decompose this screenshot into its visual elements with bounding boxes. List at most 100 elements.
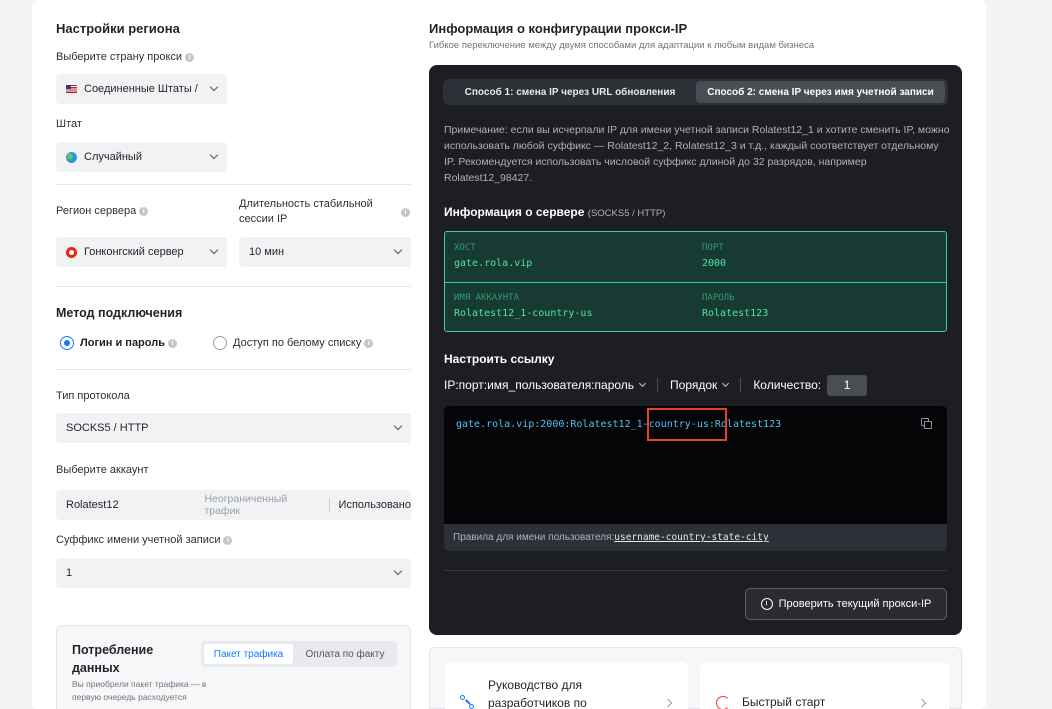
state-value: Случайный <box>84 151 142 163</box>
state-select[interactable]: Случайный <box>56 142 227 172</box>
code-block: gate.rola.vip:2000:Rolatest12_1-country-… <box>444 406 947 551</box>
chevron-down-icon <box>393 566 403 576</box>
config-panel: Способ 1: смена IP через URL обновления … <box>429 65 962 635</box>
session-select[interactable]: 10 мин <box>239 237 411 267</box>
chevron-right-icon <box>663 698 673 708</box>
radio-checked-icon <box>60 336 74 350</box>
suffix-label: Суффикс имени учетной записи i <box>56 534 233 546</box>
copy-icon[interactable] <box>921 418 933 430</box>
chevron-down-icon <box>393 421 403 431</box>
port-label: ПОРТ <box>702 243 724 253</box>
consumption-desc: Вы приобрели пакет трафика — в первую оч… <box>72 679 207 702</box>
dev-guide-label: Руководство для разработчиков по <box>488 678 587 709</box>
radio-whitelist[interactable]: Доступ по белому списку i <box>213 336 374 350</box>
hk-flag-icon <box>66 246 77 258</box>
country-label: Выберите страну прокси i <box>56 51 195 63</box>
server-region-value: Гонконгский сервер <box>84 246 184 258</box>
separator <box>328 498 330 512</box>
divider <box>56 184 411 185</box>
server-region-label: Регион сервера i <box>56 205 149 217</box>
server-info-box: ХОСТ gate.rola.vip ПОРТ 2000 ИМЯ АККАУНТ… <box>444 231 947 332</box>
chevron-right-icon <box>917 698 927 708</box>
info-icon[interactable]: i <box>185 53 195 62</box>
timer-icon <box>760 598 773 610</box>
tab-method-1[interactable]: Способ 1: смена IP через URL обновления <box>445 81 695 103</box>
consumption-tabs: Пакет трафика Оплата по факту <box>201 641 397 667</box>
info-icon[interactable]: i <box>364 338 374 348</box>
chevron-down-icon <box>209 150 219 160</box>
server-region-select[interactable]: Гонконгский сервер <box>56 237 227 267</box>
bottom-links: Руководство для разработчиков по Быстрый… <box>429 647 962 709</box>
account-name: Rolatest12 <box>66 499 119 511</box>
quantity-input[interactable]: 1 <box>827 374 868 396</box>
quick-start-label: Быстрый старт <box>742 695 826 709</box>
account-label: Выберите аккаунт <box>56 464 149 476</box>
separator <box>657 378 659 392</box>
divider <box>56 369 411 370</box>
info-icon[interactable]: i <box>223 536 233 545</box>
config-subtitle: Гибкое переключение между двумя способам… <box>429 40 815 51</box>
host-label: ХОСТ <box>454 243 476 253</box>
link-options: IP:порт:имя_пользователя:пароль Порядок … <box>444 374 947 396</box>
quantity-label: Количество: <box>753 378 822 392</box>
info-icon[interactable]: i <box>401 208 410 217</box>
protocol-select[interactable]: SOCKS5 / HTTP <box>56 413 411 443</box>
account-name-value: Rolatest12_1-country-us <box>454 308 593 319</box>
separator <box>740 378 742 392</box>
config-title: Информация о конфигурации прокси-IP <box>429 21 688 36</box>
rocket-icon <box>716 696 730 709</box>
chevron-down-icon <box>209 82 219 92</box>
protocol-label: Тип протокола <box>56 390 130 402</box>
account-used: Использовано <box>338 499 411 511</box>
account-name-label: ИМЯ АККАУНТА <box>454 293 520 303</box>
method-tabs: Способ 1: смена IP через URL обновления … <box>443 79 948 105</box>
chevron-down-icon <box>639 379 647 388</box>
suffix-value: 1 <box>66 567 73 579</box>
info-icon[interactable]: i <box>139 207 149 216</box>
chevron-down-icon <box>722 379 730 388</box>
radio-unchecked-icon <box>213 336 227 350</box>
password-value: Rolatest123 <box>702 308 769 319</box>
tab-payg[interactable]: Оплата по факту <box>297 644 393 664</box>
password-label: ПАРОЛЬ <box>702 293 735 303</box>
globe-icon <box>66 151 77 163</box>
host-value: gate.rola.vip <box>454 258 533 269</box>
divider <box>445 282 946 283</box>
consumption-title: Потребление данных <box>72 643 154 675</box>
api-icon <box>460 695 474 709</box>
us-flag-icon <box>66 85 77 93</box>
radio-login-password[interactable]: Логин и пароль i <box>60 336 177 350</box>
tab-package[interactable]: Пакет трафика <box>204 644 293 664</box>
format-dropdown[interactable]: IP:порт:имя_пользователя:пароль <box>444 378 647 392</box>
chevron-down-icon <box>393 245 403 255</box>
divider <box>56 286 411 287</box>
order-dropdown[interactable]: Порядок <box>670 378 730 392</box>
region-title: Настройки региона <box>56 21 180 36</box>
info-icon[interactable]: i <box>167 338 177 348</box>
link-title: Настроить ссылку <box>444 352 555 366</box>
tab-method-2[interactable]: Способ 2: смена IP через имя учетной зап… <box>696 81 945 103</box>
chevron-down-icon <box>209 245 219 255</box>
quick-start-card[interactable]: Быстрый старт <box>700 662 949 709</box>
server-info-title: Информация о сервере (SOCKS5 / HTTP) <box>444 205 666 219</box>
highlight-box <box>647 408 727 441</box>
account-select[interactable]: Rolatest12 Неограниченный трафик Использ… <box>56 490 411 520</box>
divider <box>444 570 947 571</box>
account-traffic: Неограниченный трафик <box>204 493 288 517</box>
port-value: 2000 <box>702 258 727 269</box>
proxy-string: gate.rola.vip:2000:Rolatest12_1-country-… <box>456 419 782 430</box>
country-value: Соединенные Штаты / <box>84 83 198 95</box>
connection-title: Метод подключения <box>56 306 183 320</box>
check-proxy-button[interactable]: Проверить текущий прокси-IP <box>745 588 947 620</box>
consumption-card: Потребление данных Пакет трафика Оплата … <box>56 625 411 709</box>
country-select[interactable]: Соединенные Штаты / <box>56 74 227 104</box>
protocol-value: SOCKS5 / HTTP <box>66 422 149 434</box>
state-label: Штат <box>56 118 82 130</box>
session-value: 10 мин <box>249 246 285 258</box>
session-label: Длительность стабильной сессии IP <box>239 198 373 225</box>
username-rules: Правила для имени пользователя: username-… <box>444 524 947 551</box>
note-text: Примечание: если вы исчерпали IP для име… <box>444 124 950 184</box>
suffix-select[interactable]: 1 <box>56 558 411 588</box>
rules-value: username-country-state-city <box>614 532 769 543</box>
dev-guide-card[interactable]: Руководство для разработчиков по <box>445 662 688 709</box>
